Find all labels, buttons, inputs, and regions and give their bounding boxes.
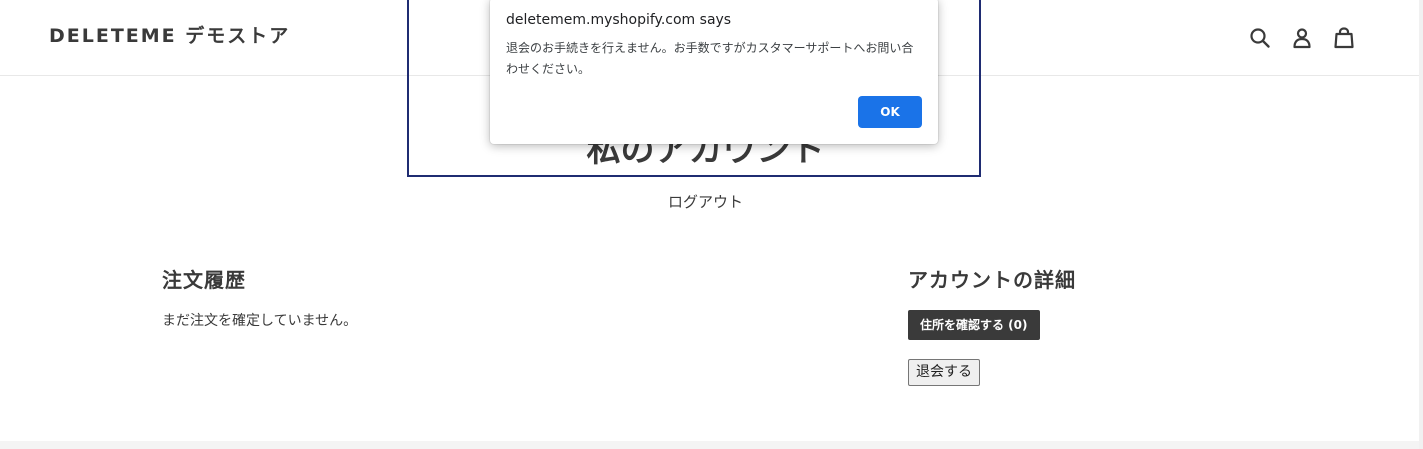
- order-history-heading: 注文履歴: [162, 268, 246, 292]
- footer-strip: [0, 441, 1423, 449]
- account-details-heading: アカウントの詳細: [908, 268, 1076, 292]
- account-icon[interactable]: [1290, 26, 1314, 50]
- alert-origin: deletemem.myshopify.com says: [506, 12, 732, 28]
- orders-empty-message: まだ注文を確定していません。: [162, 313, 358, 329]
- header-icons: [1248, 26, 1356, 50]
- search-icon[interactable]: [1248, 26, 1272, 50]
- scrollbar[interactable]: [1419, 0, 1423, 449]
- alert-message: 退会のお手続きを行えません。お手数ですがカスタマーサポートへお問い合わせください…: [506, 41, 914, 76]
- logout-link-wrapper: ログアウト: [0, 192, 1411, 212]
- store-logo[interactable]: DELETEME デモストア: [49, 24, 290, 48]
- view-addresses-button[interactable]: 住所を確認する (0): [908, 310, 1040, 340]
- logout-link[interactable]: ログアウト: [668, 193, 743, 211]
- cart-icon[interactable]: [1332, 26, 1356, 50]
- withdraw-account-button[interactable]: 退会する: [908, 359, 980, 386]
- page: DELETEME デモストア 私のアカウント ログアウト 注文履歴 まだ注文を確…: [0, 0, 1423, 449]
- alert-ok-button[interactable]: OK: [858, 96, 922, 128]
- alert-dialog: deletemem.myshopify.com says 退会のお手続きを行えま…: [490, 0, 938, 144]
